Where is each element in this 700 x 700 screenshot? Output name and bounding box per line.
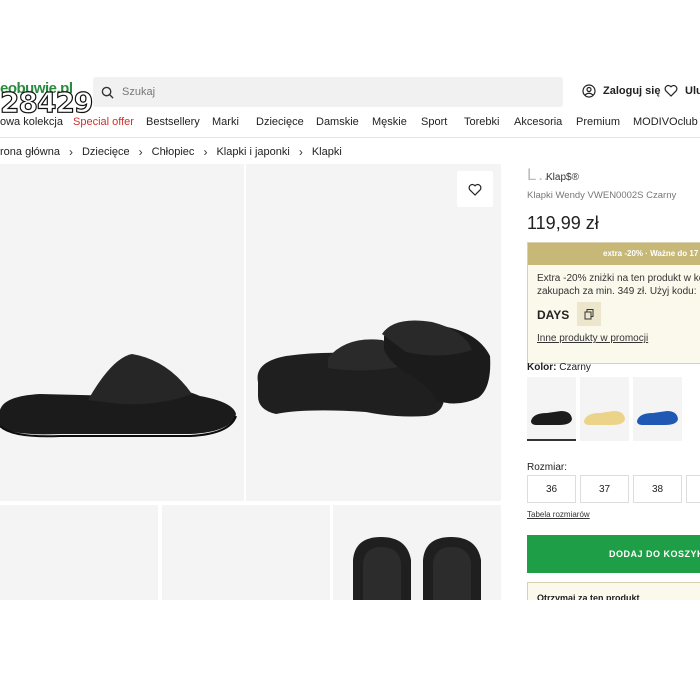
add-to-favorites-button[interactable] bbox=[457, 171, 493, 207]
login-link[interactable]: Zaloguj się bbox=[582, 84, 660, 98]
breadcrumb-boy[interactable]: Chłopiec bbox=[152, 146, 195, 158]
color-swatch-blue[interactable] bbox=[633, 377, 682, 441]
copy-icon bbox=[584, 308, 594, 319]
size-option-37[interactable]: 37 bbox=[580, 475, 629, 503]
nav-item-sport[interactable]: Sport bbox=[421, 116, 447, 128]
nav-item-accessories[interactable]: Akcesoria bbox=[514, 116, 562, 128]
search-bar[interactable]: Szukaj bbox=[93, 77, 563, 107]
user-icon bbox=[582, 84, 596, 98]
slide-pair-image bbox=[257, 320, 491, 417]
swatch-image bbox=[584, 411, 625, 425]
product-image-top[interactable] bbox=[333, 505, 501, 605]
brand-tag: Klap$® bbox=[546, 172, 579, 183]
favorites-link[interactable]: Ulub bbox=[664, 84, 700, 97]
chevron-right-icon: › bbox=[298, 145, 303, 159]
login-label: Zaloguj się bbox=[603, 85, 661, 97]
breadcrumb-kids[interactable]: Dziecięce bbox=[82, 146, 130, 158]
search-input[interactable]: Szukaj bbox=[122, 86, 155, 98]
size-label: Rozmiar: bbox=[527, 462, 568, 473]
nav-item-men[interactable]: Męskie bbox=[372, 116, 407, 128]
nav-item-premium[interactable]: Premium bbox=[576, 116, 620, 128]
color-label-key: Kolor: bbox=[527, 362, 557, 373]
overlay-code: 28429 bbox=[0, 85, 94, 119]
nav-item-bestsellers[interactable]: Bestsellery bbox=[146, 116, 200, 128]
size-option-36[interactable]: 36 bbox=[527, 475, 576, 503]
product-price: 119,99 zł bbox=[527, 213, 599, 233]
chevron-right-icon: › bbox=[138, 145, 143, 159]
product-image-side[interactable] bbox=[0, 164, 244, 501]
nav-item-special-offer[interactable]: Special offer bbox=[73, 116, 134, 128]
nav-item-brands[interactable]: Marki bbox=[212, 116, 239, 128]
promo-box: extra -20% · Ważne do 17 Extra -20% zniż… bbox=[527, 242, 700, 364]
nav-divider bbox=[0, 137, 700, 138]
size-option-38[interactable]: 38 bbox=[633, 475, 682, 503]
promo-line-2: zakupach za min. 349 zł. Użyj kodu: D bbox=[537, 286, 700, 297]
search-icon bbox=[101, 86, 114, 99]
promo-bar: extra -20% · Ważne do 17 bbox=[528, 243, 700, 265]
size-table-link[interactable]: Tabela rozmiarów bbox=[527, 510, 590, 519]
slide-top-image bbox=[353, 537, 481, 605]
chevron-right-icon: › bbox=[203, 145, 208, 159]
product-image-pair[interactable] bbox=[246, 164, 501, 501]
copy-code-button[interactable] bbox=[577, 302, 601, 326]
nav-item-kids[interactable]: Dziecięce bbox=[256, 116, 304, 128]
promo-code: DAYS bbox=[537, 308, 570, 322]
breadcrumb-slides[interactable]: Klapki bbox=[312, 146, 342, 158]
nav-item-bags[interactable]: Torebki bbox=[464, 116, 499, 128]
favorites-label: Ulub bbox=[685, 84, 700, 97]
product-image-thumb-1[interactable] bbox=[0, 505, 158, 605]
breadcrumb-home[interactable]: rona główna bbox=[0, 146, 60, 158]
swatch-image bbox=[531, 411, 572, 425]
product-name: Klapki Wendy VWEN0002S Czarny bbox=[527, 190, 677, 201]
swatch-image bbox=[637, 411, 678, 425]
size-option-next[interactable] bbox=[686, 475, 700, 503]
slide-side-image bbox=[0, 354, 237, 438]
product-image-thumb-2[interactable] bbox=[162, 505, 330, 605]
breadcrumb: rona główna › Dziecięce › Chłopiec › Kla… bbox=[0, 145, 342, 159]
promo-products-link[interactable]: Inne produkty w promocji bbox=[537, 333, 648, 344]
heart-icon bbox=[468, 183, 482, 196]
add-to-cart-button[interactable]: DODAJ DO KOSZYK bbox=[527, 535, 700, 573]
chevron-right-icon: › bbox=[68, 145, 73, 159]
color-value: Czarny bbox=[559, 362, 591, 373]
promo-description: Extra -20% zniżki na ten produkt w ko za… bbox=[537, 272, 700, 298]
promo-line-1: Extra -20% zniżki na ten produkt w ko bbox=[537, 273, 700, 284]
breadcrumb-sandals[interactable]: Klapki i japonki bbox=[216, 146, 289, 158]
nav-item-women[interactable]: Damskie bbox=[316, 116, 359, 128]
nav-item-modivoclub[interactable]: MODIVOclub G bbox=[633, 116, 700, 128]
color-swatch-yellow[interactable] bbox=[580, 377, 629, 441]
page-bottom bbox=[0, 600, 700, 700]
color-swatch-black[interactable] bbox=[527, 377, 576, 441]
color-label: Kolor: Czarny bbox=[527, 362, 591, 373]
heart-icon bbox=[664, 84, 678, 97]
nav-item-new-collection[interactable]: owa kolekcja bbox=[0, 116, 63, 128]
